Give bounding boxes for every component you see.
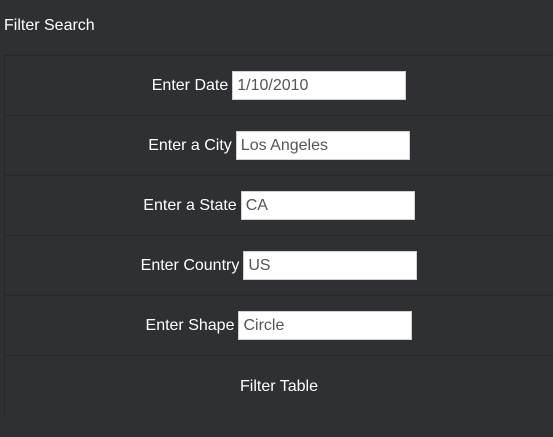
filter-row-shape: Enter Shape <box>5 296 553 356</box>
state-input[interactable] <box>240 191 415 220</box>
panel-title: Filter Search <box>4 17 95 34</box>
filter-button-row: Filter Table <box>5 356 553 418</box>
city-input[interactable] <box>235 131 410 160</box>
filter-row-state: Enter a State <box>5 176 553 236</box>
filter-table-button[interactable]: Filter Table <box>228 372 330 402</box>
date-input[interactable] <box>232 71 407 100</box>
shape-input[interactable] <box>238 311 413 340</box>
filter-row-city: Enter a City <box>5 116 553 176</box>
filter-list: Enter Date Enter a City Enter a State En… <box>4 55 553 418</box>
country-input[interactable] <box>243 251 418 280</box>
filter-panel: Filter Search Enter Date Enter a City En… <box>0 0 553 437</box>
filter-row-date: Enter Date <box>5 56 553 116</box>
country-label: Enter Country <box>140 256 240 274</box>
shape-label: Enter Shape <box>145 316 235 334</box>
filter-row-country: Enter Country <box>5 236 553 296</box>
state-label: Enter a State <box>143 196 237 214</box>
city-label: Enter a City <box>148 136 232 154</box>
date-label: Enter Date <box>151 76 229 94</box>
